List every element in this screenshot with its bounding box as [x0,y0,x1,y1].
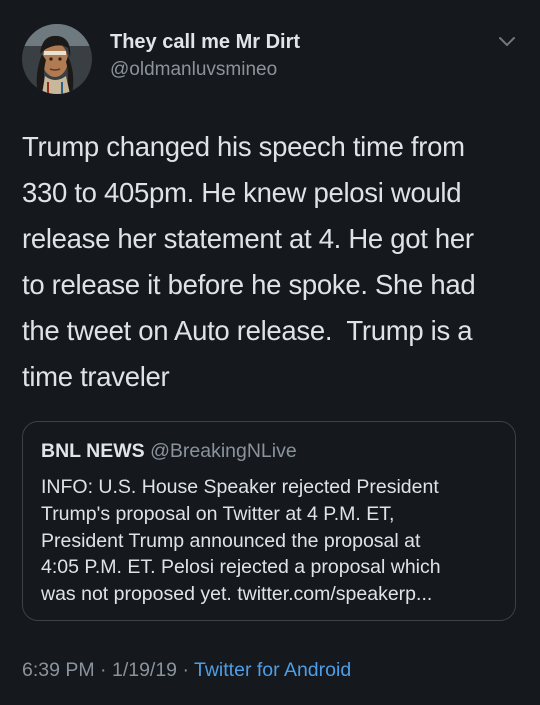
tweet-text-line: the tweet on Auto release. Trump is a [22,315,473,346]
quoted-text-line: INFO: U.S. House Speaker rejected Presid… [41,476,439,498]
tweet-text: Trump changed his speech time from 330 t… [22,124,527,400]
quoted-text-line: was not proposed yet. twitter.com/speake… [41,583,433,606]
quoted-text-line: Trump's proposal on Twitter at 4 P.M. ET… [41,502,395,525]
tweet-time[interactable]: 6:39 PM [22,659,95,681]
quoted-tweet-header: BNL NEWS @BreakingNLive [41,440,297,463]
tweet-text-line: Trump changed his speech time from [22,131,465,162]
quoted-text-line: 4:05 P.M. ET. Pelosi rejected a proposal… [41,556,441,579]
tweet-text-line: release her statement at 4. He got her [22,223,474,254]
meta-separator: · [94,659,112,681]
quoted-author-handle: @BreakingNLive [150,440,297,462]
tweet-date[interactable]: 1/19/19 [112,659,177,681]
quoted-tweet-text: INFO: U.S. House Speaker rejected Presid… [41,474,511,608]
author-name[interactable]: They call me Mr Dirt [110,31,300,54]
tweet-text-line: time traveler [22,361,170,392]
author-avatar[interactable] [22,24,92,94]
quoted-author-name: BNL NEWS [41,440,145,462]
tweet-card: They call me Mr Dirt @oldmanluvsmineo Tr… [0,0,540,705]
quoted-text-line: President Trump announced the proposal a… [41,529,421,552]
tweet-text-line: 330 to 405pm. He knew pelosi would [22,177,462,208]
tweet-text-line: to release it before he spoke. She had [22,269,476,300]
meta-separator: · [177,659,195,681]
quoted-tweet-card[interactable]: BNL NEWS @BreakingNLive INFO: U.S. House… [22,421,516,621]
author-handle[interactable]: @oldmanluvsmineo [110,59,277,81]
user-avatar-portrait-icon [22,24,92,94]
tweet-metadata: 6:39 PM · 1/19/19 · Twitter for Android [22,659,351,682]
chevron-down-icon[interactable] [497,34,517,50]
tweet-source-link[interactable]: Twitter for Android [194,659,351,681]
